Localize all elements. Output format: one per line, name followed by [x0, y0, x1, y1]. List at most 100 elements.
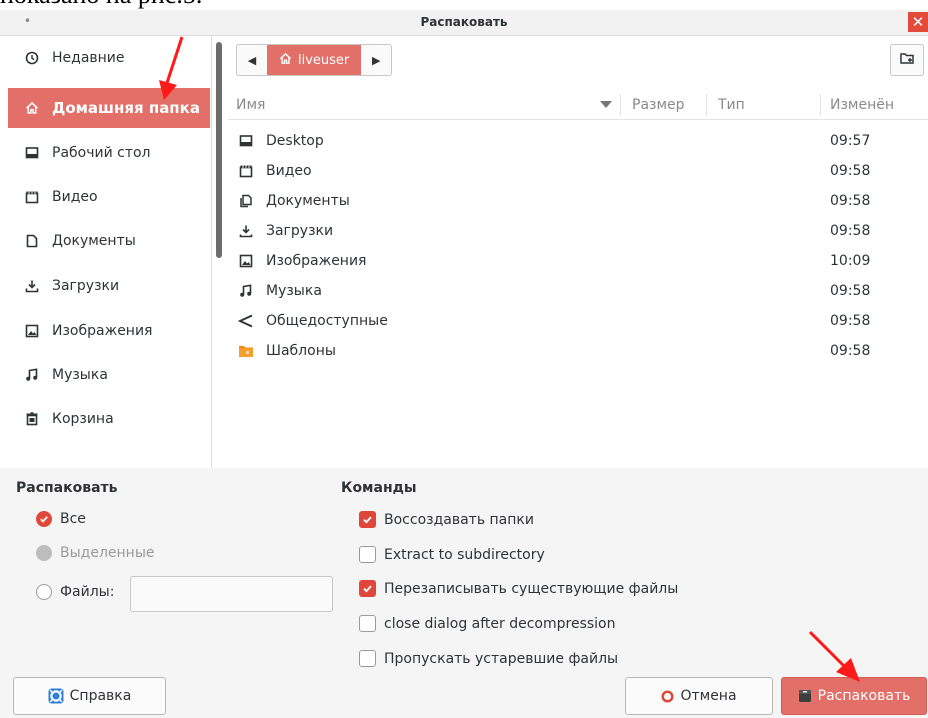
options-panel: Распаковать Все Выделенные Файлы: Команд…: [0, 468, 928, 718]
annotation-arrow-icon: [808, 630, 860, 682]
file-name: Документы: [266, 193, 350, 209]
file-modified: 09:58: [830, 163, 871, 179]
file-browser: ◀ liveuser ▶ Имя Размер Тип Изменён Desk…: [228, 36, 928, 468]
radio-unchecked-icon: [36, 584, 52, 600]
annotation-arrow-icon: [159, 36, 184, 100]
recreate-folders-checkbox[interactable]: Воссоздавать папки: [359, 511, 534, 528]
close-window-button[interactable]: ✕: [908, 12, 928, 32]
path-current-folder-button[interactable]: liveuser: [267, 45, 362, 75]
files-pattern-input[interactable]: [130, 576, 333, 612]
cancel-button[interactable]: Отмена: [625, 677, 773, 715]
column-modified-header[interactable]: Изменён: [830, 97, 894, 113]
file-modified: 10:09: [830, 253, 871, 269]
file-chooser: Недавние Домашняя папка Рабочий стол Вид…: [0, 36, 928, 468]
radio-label: Все: [60, 511, 86, 527]
checkbox-label: Extract to subdirectory: [384, 546, 545, 563]
sidebar-item-label: Загрузки: [52, 278, 120, 294]
document-icon: [24, 234, 40, 248]
table-row[interactable]: Шаблоны 09:58: [228, 336, 928, 366]
create-folder-button[interactable]: [890, 44, 924, 76]
sidebar-item-music[interactable]: Музыка: [8, 355, 210, 395]
file-modified: 09:58: [830, 313, 871, 329]
home-icon: [279, 52, 292, 69]
extract-to-subdirectory-checkbox[interactable]: Extract to subdirectory: [359, 546, 545, 563]
clock-icon: [24, 51, 40, 65]
file-modified: 09:58: [830, 223, 871, 239]
radio-disabled-icon: [36, 545, 52, 561]
table-row[interactable]: Общедоступные 09:58: [228, 306, 928, 336]
overwrite-files-checkbox[interactable]: Перезаписывать существующие файлы: [359, 580, 678, 597]
file-list-header: Имя Размер Тип Изменён: [228, 90, 928, 120]
templates-folder-icon: [238, 343, 254, 359]
image-icon: [238, 253, 254, 269]
download-icon: [24, 279, 40, 293]
sidebar-item-label: Корзина: [52, 411, 114, 427]
table-row[interactable]: Документы 09:58: [228, 186, 928, 216]
column-name-header[interactable]: Имя: [236, 97, 265, 113]
column-divider: [620, 94, 621, 116]
trash-icon: [24, 412, 40, 426]
help-icon: [48, 688, 64, 704]
sort-descending-icon: [600, 101, 612, 108]
file-modified: 09:58: [830, 343, 871, 359]
skip-older-files-checkbox[interactable]: Пропускать устаревшие файлы: [359, 650, 618, 667]
help-button[interactable]: Справка: [13, 677, 166, 715]
table-row[interactable]: Изображения 10:09: [228, 246, 928, 276]
file-name: Загрузки: [266, 223, 334, 239]
close-dialog-checkbox[interactable]: close dialog after decompression: [359, 615, 616, 632]
file-modified: 09:58: [830, 283, 871, 299]
window-title: Распаковать: [420, 15, 508, 29]
checkbox-label: close dialog after decompression: [384, 615, 616, 632]
radio-label: Файлы:: [60, 584, 115, 600]
sidebar-item-video[interactable]: Видео: [8, 177, 210, 217]
table-row[interactable]: Видео 09:58: [228, 156, 928, 186]
extract-dialog: • Распаковать ✕ Недавние Домашняя папка: [0, 10, 928, 718]
file-name: Музыка: [266, 283, 322, 299]
column-size-header[interactable]: Размер: [632, 97, 685, 113]
checkbox-label: Пропускать устаревшие файлы: [384, 650, 619, 667]
table-row[interactable]: Desktop 09:57: [228, 126, 928, 156]
path-current-label: liveuser: [298, 52, 350, 68]
column-type-header[interactable]: Тип: [718, 97, 745, 113]
sidebar-item-downloads[interactable]: Загрузки: [8, 266, 210, 306]
checkbox-unchecked-icon: [359, 546, 376, 563]
extract-selected-radio: Выделенные: [36, 545, 155, 561]
download-icon: [238, 223, 254, 239]
extract-button-label: Распаковать: [817, 688, 911, 704]
archive-icon: [798, 689, 812, 703]
column-divider: [706, 94, 707, 116]
column-divider: [820, 94, 821, 116]
share-icon: [238, 313, 254, 329]
document-caption-fragment: показано на рис.5.: [0, 0, 928, 10]
sidebar-item-documents[interactable]: Документы: [8, 221, 210, 261]
extract-all-radio[interactable]: Все: [36, 511, 86, 527]
sidebar-item-label: Видео: [52, 189, 98, 205]
desktop-icon: [24, 146, 40, 160]
file-name: Изображения: [266, 253, 367, 269]
music-icon: [24, 368, 40, 382]
cancel-button-label: Отмена: [680, 688, 737, 704]
sidebar-scrollbar[interactable]: [216, 42, 222, 258]
file-name: Видео: [266, 163, 312, 179]
help-button-label: Справка: [69, 688, 132, 704]
video-icon: [24, 190, 40, 204]
path-forward-button[interactable]: ▶: [361, 45, 391, 75]
radio-label: Выделенные: [60, 545, 155, 561]
extract-files-radio[interactable]: Файлы:: [36, 584, 114, 600]
image-icon: [24, 324, 40, 338]
sidebar-item-images[interactable]: Изображения: [8, 311, 210, 351]
table-row[interactable]: Загрузки 09:58: [228, 216, 928, 246]
radio-checked-icon: [36, 511, 52, 527]
checkbox-label: Перезаписывать существующие файлы: [384, 580, 679, 597]
sidebar-item-trash[interactable]: Корзина: [8, 399, 210, 439]
sidebar-item-label: Документы: [52, 233, 136, 249]
sidebar-item-label: Изображения: [52, 323, 153, 339]
cancel-icon: [661, 689, 674, 703]
file-name: Шаблоны: [266, 343, 336, 359]
path-back-button[interactable]: ◀: [237, 45, 267, 75]
file-name: Desktop: [266, 133, 324, 149]
sidebar-item-label: Музыка: [52, 367, 108, 383]
sidebar-item-desktop[interactable]: Рабочий стол: [8, 133, 210, 173]
document-icon: [238, 193, 254, 209]
table-row[interactable]: Музыка 09:58: [228, 276, 928, 306]
